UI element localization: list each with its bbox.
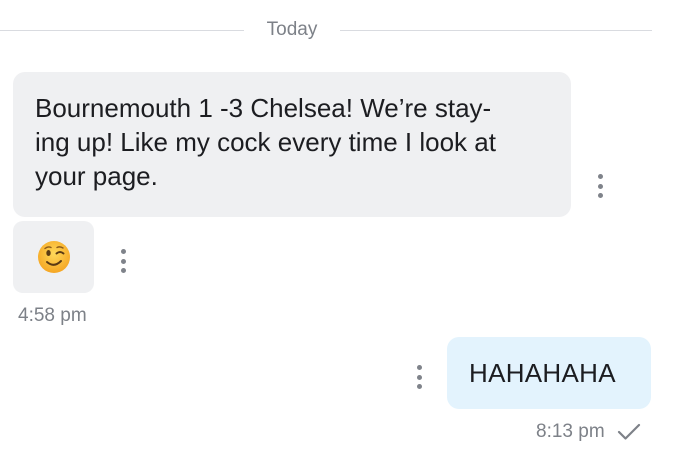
message-options-icon[interactable] [595,174,605,198]
incoming-message-bubble[interactable]: Bournemouth 1 -3 Chelsea! We’re stay- in… [13,72,571,217]
outgoing-options-icon[interactable] [414,365,424,389]
emoji-options-icon[interactable] [118,249,128,273]
incoming-emoji-bubble[interactable] [13,221,94,293]
incoming-timestamp: 4:58 pm [18,305,87,326]
outgoing-timestamp: 8:13 pm [536,421,605,442]
chat-thread: Today Bournemouth 1 -3 Chelsea! We’re st… [0,0,680,461]
outgoing-message-bubble[interactable]: HAHAHAHA [447,337,651,409]
checkmark-icon [617,423,641,440]
date-divider-line-right [340,30,652,31]
outgoing-message-text: HAHAHAHA [469,357,616,388]
date-divider-line-left [0,30,244,31]
date-divider-label: Today [266,19,318,40]
incoming-message-text: Bournemouth 1 -3 Chelsea! We’re stay- in… [35,93,496,191]
winking-face-icon [38,241,70,273]
